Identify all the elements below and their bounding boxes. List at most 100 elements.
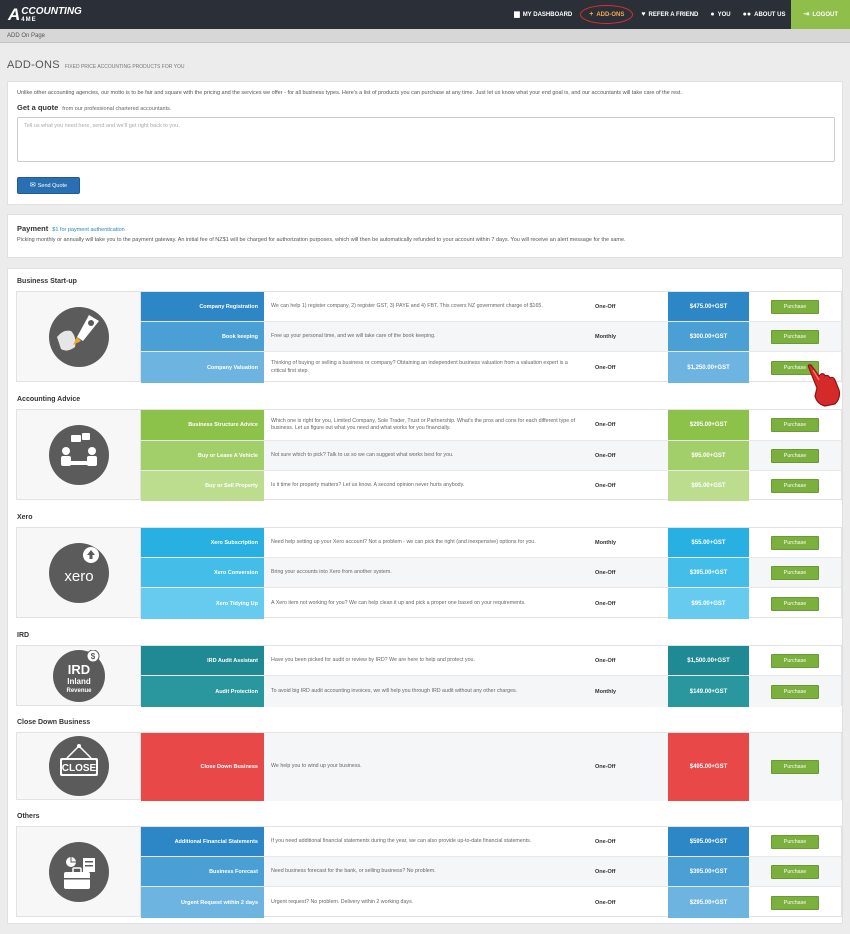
purchase-button[interactable]: Purchase bbox=[771, 479, 819, 493]
table-row: Book keeping Free up your personal time,… bbox=[141, 322, 841, 352]
service-description: Urgent request? No problem. Delivery wit… bbox=[271, 898, 414, 905]
payment-text: Picking monthly or annually will take yo… bbox=[17, 237, 626, 243]
service-name: Buy or Sell Property bbox=[141, 471, 264, 501]
category-others: Additional Financial Statements If you n… bbox=[16, 826, 842, 918]
category-image bbox=[17, 410, 141, 499]
category-image: $ IRD Inland Revenue bbox=[17, 646, 141, 705]
service-description: Bring your accounts into Xero from anoth… bbox=[271, 568, 392, 575]
category-title: Others bbox=[17, 813, 40, 820]
service-description: Need help setting up your Xero account? … bbox=[271, 538, 536, 545]
purchase-button[interactable]: Purchase bbox=[771, 329, 819, 344]
service-name: Urgent Request within 2 days bbox=[141, 887, 264, 918]
nav-my-dashboard[interactable]: ▆ MY DASHBOARD bbox=[508, 0, 578, 29]
purchase-button[interactable]: Purchase bbox=[771, 653, 819, 668]
nav-label: MY DASHBOARD bbox=[522, 11, 573, 18]
quote-title: Get a quote bbox=[17, 103, 59, 112]
service-name: Company Valuation bbox=[141, 352, 264, 383]
nav-label: YOU bbox=[717, 11, 731, 18]
service-description: A Xero item not working for you? We can … bbox=[271, 599, 526, 606]
purchase-button[interactable]: Purchase bbox=[771, 299, 819, 314]
service-description: Need business forecast for the bank, or … bbox=[271, 867, 436, 874]
meeting-icon bbox=[48, 424, 109, 485]
table-row: Company Valuation Thinking of buying or … bbox=[141, 352, 841, 383]
logout-button[interactable]: ⇥ LOGOUT bbox=[791, 0, 850, 29]
nav-label: ADD-ONS bbox=[596, 11, 625, 18]
table-row: Company Registration We can help 1) regi… bbox=[141, 292, 841, 322]
quote-input[interactable] bbox=[17, 117, 835, 162]
nav-label: ABOUT US bbox=[754, 11, 786, 18]
service-price: $55.00+GST bbox=[668, 528, 749, 557]
service-name: Buy or Lease A Vehicle bbox=[141, 441, 264, 470]
service-description: Which one is right for you, Limited Comp… bbox=[271, 417, 576, 431]
quote-panel: Unlike other accounting agencies, our mo… bbox=[7, 81, 843, 205]
category-image bbox=[17, 292, 141, 381]
service-description: We help you to wind up your business. bbox=[271, 763, 362, 770]
service-price: $475.00+GST bbox=[668, 292, 749, 321]
purchase-button[interactable]: Purchase bbox=[771, 535, 819, 550]
logo-line2: 4ME bbox=[21, 17, 37, 23]
purchase-button[interactable]: Purchase bbox=[771, 684, 819, 699]
category-title: Close Down Business bbox=[17, 719, 91, 726]
category-ird: $ IRD Inland Revenue IRD Audit Assistant… bbox=[16, 645, 842, 707]
service-price: $295.00+GST bbox=[668, 410, 749, 440]
service-price: $595.00+GST bbox=[668, 827, 749, 856]
category-close-down: CLOSE Close Down Business We help you to… bbox=[16, 732, 842, 801]
service-frequency: One-Off bbox=[595, 868, 616, 875]
table-row: IRD Audit Assistant Have you been picked… bbox=[141, 646, 841, 676]
purchase-button[interactable]: Purchase bbox=[771, 834, 819, 849]
purchase-button[interactable]: Purchase bbox=[771, 565, 819, 580]
service-price: $1,250.00+GST bbox=[668, 352, 749, 383]
send-quote-label: Send Quote bbox=[37, 182, 68, 189]
service-name: Audit Protection bbox=[141, 676, 264, 707]
category-title: Xero bbox=[17, 514, 33, 521]
service-price: $295.00+GST bbox=[668, 887, 749, 918]
purchase-button[interactable]: Purchase bbox=[771, 864, 819, 879]
user-icon: ● bbox=[710, 11, 715, 18]
purchase-button[interactable]: Purchase bbox=[771, 418, 819, 432]
logo-line1: CCOUNTING bbox=[21, 6, 82, 17]
table-row: Xero Conversion Bring your accounts into… bbox=[141, 558, 841, 588]
nav-add-ons[interactable]: + ADD-ONS bbox=[580, 5, 634, 24]
heart-icon: ♥ bbox=[641, 11, 646, 18]
service-name: Business Structure Advice bbox=[141, 410, 264, 440]
chat-icon: ✉ bbox=[29, 182, 36, 189]
purchase-button[interactable]: Purchase bbox=[771, 448, 819, 463]
xero-icon: xero bbox=[48, 542, 109, 603]
purchase-button[interactable]: Purchase bbox=[771, 760, 819, 774]
category-accounting-advice: Business Structure Advice Which one is r… bbox=[16, 409, 842, 501]
service-frequency: One-Off bbox=[595, 422, 616, 428]
nav-about-us[interactable]: ●● ABOUT US bbox=[737, 0, 792, 29]
table-row: Business Forecast Need business forecast… bbox=[141, 857, 841, 887]
service-frequency: One-Off bbox=[595, 657, 616, 664]
payment-panel: Payment $1 for payment authentication Pi… bbox=[7, 214, 843, 258]
nav-refer-a-friend[interactable]: ♥ REFER A FRIEND bbox=[635, 0, 704, 29]
service-name: Book keeping bbox=[141, 322, 264, 351]
logo-letter: A bbox=[8, 5, 21, 24]
purchase-button[interactable]: Purchase bbox=[771, 596, 819, 611]
nav-you[interactable]: ● YOU bbox=[704, 0, 736, 29]
service-price: $95.00+GST bbox=[668, 471, 749, 501]
table-row: Buy or Lease A Vehicle Not sure which to… bbox=[141, 441, 841, 471]
service-name: Company Registration bbox=[141, 292, 264, 321]
close-sign-text: CLOSE bbox=[61, 763, 96, 774]
service-frequency: Monthly bbox=[595, 539, 617, 546]
service-description: Free up your personal time, and we will … bbox=[271, 332, 436, 339]
purchase-button[interactable]: Purchase bbox=[771, 895, 819, 910]
logo[interactable]: A CCOUNTING 4ME bbox=[8, 6, 82, 23]
service-name: Xero Tidying Up bbox=[141, 588, 264, 619]
rocket-icon bbox=[48, 306, 109, 367]
service-name: Xero Subscription bbox=[141, 528, 264, 557]
xero-logo-text: xero bbox=[64, 568, 93, 585]
category-business-startup: Company Registration We can help 1) regi… bbox=[16, 291, 842, 383]
table-row: Additional Financial Statements If you n… bbox=[141, 827, 841, 857]
service-description: Thinking of buying or selling a business… bbox=[271, 360, 568, 374]
closed-sign-icon: CLOSE bbox=[48, 736, 109, 796]
service-price: $95.00+GST bbox=[668, 441, 749, 470]
send-quote-button[interactable]: ✉ Send Quote bbox=[17, 177, 80, 194]
logout-icon: ⇥ bbox=[803, 11, 810, 18]
service-price: $495.00+GST bbox=[668, 733, 749, 801]
page-header: ADD-ONS FIXED PRICE ACCOUNTING PRODUCTS … bbox=[0, 43, 850, 71]
service-name: Additional Financial Statements bbox=[141, 827, 264, 856]
page-subtitle: FIXED PRICE ACCOUNTING PRODUCTS FOR YOU bbox=[64, 64, 185, 70]
service-description: We can help 1) register company, 2) regi… bbox=[271, 302, 543, 309]
